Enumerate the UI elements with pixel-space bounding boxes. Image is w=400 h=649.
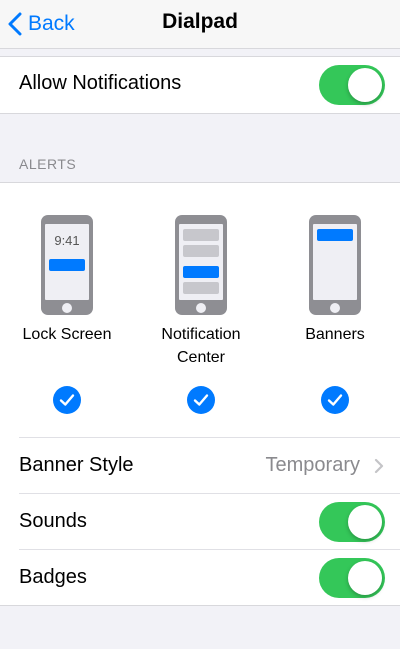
sounds-toggle[interactable] bbox=[319, 502, 385, 542]
toggle-knob bbox=[348, 68, 382, 102]
alert-option-lock-screen[interactable]: 9:41 Lock Screen bbox=[0, 183, 134, 437]
notification-bar bbox=[317, 229, 353, 241]
phone-screen bbox=[179, 224, 223, 300]
alert-option-label: Banners bbox=[305, 326, 365, 343]
sounds-row: Sounds bbox=[0, 494, 400, 549]
alerts-group: 9:41 Lock Screen Notification Center Ban… bbox=[0, 182, 400, 606]
banners-phone-icon bbox=[309, 215, 361, 315]
notification-bar bbox=[183, 229, 219, 241]
toggle-knob bbox=[348, 505, 382, 539]
allow-notifications-row: Allow Notifications bbox=[0, 56, 400, 114]
home-button-icon bbox=[62, 303, 72, 313]
badges-toggle[interactable] bbox=[319, 558, 385, 598]
checkmark-circle-icon[interactable] bbox=[321, 386, 349, 414]
notification-bar bbox=[183, 266, 219, 278]
badges-label: Badges bbox=[19, 566, 87, 588]
alerts-section-header: ALERTS bbox=[19, 156, 77, 172]
alert-option-label: Lock Screen bbox=[22, 326, 112, 343]
sounds-label: Sounds bbox=[19, 510, 87, 532]
badges-row: Badges bbox=[0, 550, 400, 605]
home-button-icon bbox=[196, 303, 206, 313]
phone-screen: 9:41 bbox=[45, 224, 89, 300]
banner-style-value: Temporary bbox=[265, 454, 360, 476]
chevron-right-icon bbox=[374, 458, 384, 474]
banner-style-row[interactable]: Banner Style Temporary bbox=[0, 438, 400, 493]
notification-bar bbox=[183, 245, 219, 257]
navigation-bar: Back Dialpad bbox=[0, 0, 400, 49]
home-button-icon bbox=[330, 303, 340, 313]
notification-bar bbox=[183, 282, 219, 294]
checkmark-circle-icon[interactable] bbox=[187, 386, 215, 414]
banner-style-label: Banner Style bbox=[19, 454, 134, 476]
checkmark-circle-icon[interactable] bbox=[53, 386, 81, 414]
notification-center-phone-icon bbox=[175, 215, 227, 315]
phone-screen bbox=[313, 224, 357, 300]
allow-notifications-label: Allow Notifications bbox=[19, 72, 182, 94]
alert-option-label: Notification Center bbox=[161, 326, 241, 366]
notification-bar bbox=[49, 259, 85, 271]
lock-screen-time: 9:41 bbox=[54, 233, 80, 248]
lock-screen-phone-icon: 9:41 bbox=[41, 215, 93, 315]
toggle-knob bbox=[348, 561, 382, 595]
alert-option-notification-center[interactable]: Notification Center bbox=[134, 183, 268, 437]
allow-notifications-toggle[interactable] bbox=[319, 65, 385, 105]
page-title: Dialpad bbox=[162, 10, 238, 33]
alert-option-banners[interactable]: Banners bbox=[268, 183, 400, 437]
